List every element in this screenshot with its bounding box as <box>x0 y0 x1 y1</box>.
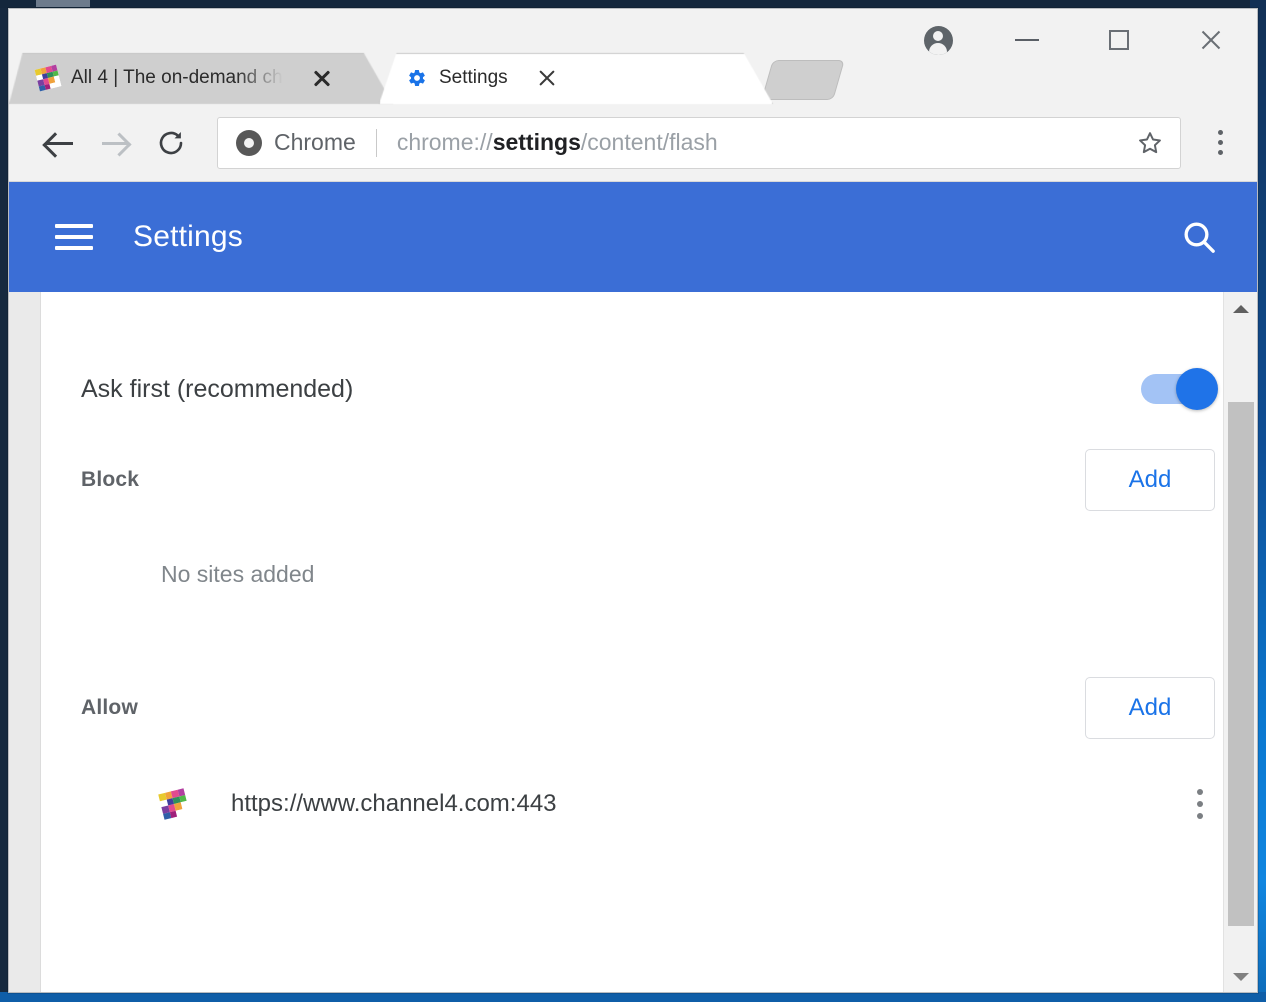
taskbar-chip <box>36 0 90 7</box>
tab-close-button[interactable] <box>309 65 335 91</box>
maximize-icon <box>1109 30 1129 50</box>
minimize-button[interactable] <box>981 9 1073 71</box>
scrollbar-thumb[interactable] <box>1228 402 1254 926</box>
chrome-icon <box>236 129 262 156</box>
block-section-title: Block <box>81 468 140 491</box>
settings-header: Settings <box>9 182 1257 292</box>
desktop-bottom-strip <box>0 992 1266 1002</box>
security-chip: Chrome <box>236 129 356 156</box>
tab-title: Settings <box>439 67 508 88</box>
omnibox-divider <box>375 128 377 157</box>
toggle-knob <box>1176 368 1218 410</box>
site-url: https://www.channel4.com:443 <box>231 790 557 817</box>
settings-content: Ask first (recommended) Block Add No sit… <box>9 292 1257 992</box>
bookmark-star-icon[interactable] <box>1136 129 1164 157</box>
page-title: Settings <box>133 220 243 253</box>
allow-site-row[interactable]: https://www.channel4.com:443 <box>81 756 1215 852</box>
ask-first-label: Ask first (recommended) <box>81 374 354 403</box>
desktop-top-strip <box>0 0 1266 8</box>
dot <box>1197 801 1203 807</box>
block-empty-text: No sites added <box>161 560 315 587</box>
tabs-container: All 4 | The on-demand ch Settings <box>9 46 845 104</box>
dot <box>1217 140 1223 145</box>
block-section-header: Block Add <box>81 432 1215 528</box>
chevron-up-icon <box>1233 305 1249 313</box>
dot <box>1217 150 1223 155</box>
allow-section-title: Allow <box>81 696 138 719</box>
arrow-right-icon <box>100 128 130 158</box>
hamburger-menu-icon[interactable] <box>55 224 93 250</box>
scroll-down-button[interactable] <box>1224 960 1257 992</box>
bar <box>55 246 93 250</box>
block-add-button[interactable]: Add <box>1085 449 1215 511</box>
close-window-button[interactable] <box>1165 9 1257 71</box>
ask-first-toggle[interactable] <box>1141 368 1218 410</box>
tab-close-button[interactable] <box>534 65 560 91</box>
url-prefix: chrome:// <box>396 129 493 155</box>
search-icon[interactable] <box>1179 217 1219 257</box>
channel4-favicon <box>158 788 190 820</box>
dot <box>1197 813 1203 819</box>
account-button[interactable] <box>895 9 981 71</box>
allow-section-header: Allow Add <box>81 660 1215 756</box>
forward-button <box>87 115 143 171</box>
maximize-button[interactable] <box>1073 9 1165 71</box>
bar <box>55 224 93 228</box>
tab-settings[interactable]: Settings <box>379 52 773 104</box>
tab-strip: All 4 | The on-demand ch Settings <box>9 9 1257 104</box>
channel4-favicon <box>34 64 62 92</box>
bar <box>55 235 93 239</box>
browser-window: All 4 | The on-demand ch Settings Chrome… <box>8 8 1258 993</box>
arrow-left-icon <box>44 128 74 158</box>
site-more-actions-button[interactable] <box>1185 781 1215 827</box>
allow-add-button[interactable]: Add <box>1085 677 1215 739</box>
scroll-up-button[interactable] <box>1224 292 1257 326</box>
dot <box>1217 130 1223 135</box>
security-chip-label: Chrome <box>274 129 356 155</box>
minimize-icon <box>1015 39 1039 41</box>
left-gutter <box>9 292 41 992</box>
new-tab-button[interactable] <box>761 60 845 100</box>
account-icon <box>923 25 953 55</box>
browser-toolbar: Chrome chrome://settings/content/flash <box>9 104 1257 182</box>
url-path: /content/flash <box>580 129 718 155</box>
reload-icon <box>156 128 186 158</box>
chevron-down-icon <box>1233 973 1249 981</box>
ask-first-row[interactable]: Ask first (recommended) <box>81 292 1218 432</box>
window-controls <box>895 9 1257 71</box>
dot <box>1197 789 1203 795</box>
address-bar[interactable]: Chrome chrome://settings/content/flash <box>217 116 1181 169</box>
url-text: chrome://settings/content/flash <box>397 129 718 156</box>
tab-all4[interactable]: All 4 | The on-demand ch <box>9 52 393 104</box>
gear-icon <box>407 68 427 88</box>
settings-card: Ask first (recommended) Block Add No sit… <box>41 292 1257 992</box>
reload-button[interactable] <box>143 115 199 171</box>
url-domain: settings <box>492 129 581 155</box>
back-button[interactable] <box>31 115 87 171</box>
vertical-scrollbar[interactable] <box>1223 292 1257 992</box>
chrome-menu-button[interactable] <box>1197 117 1243 169</box>
tab-title: All 4 | The on-demand ch <box>71 67 283 88</box>
close-icon <box>1199 28 1223 52</box>
